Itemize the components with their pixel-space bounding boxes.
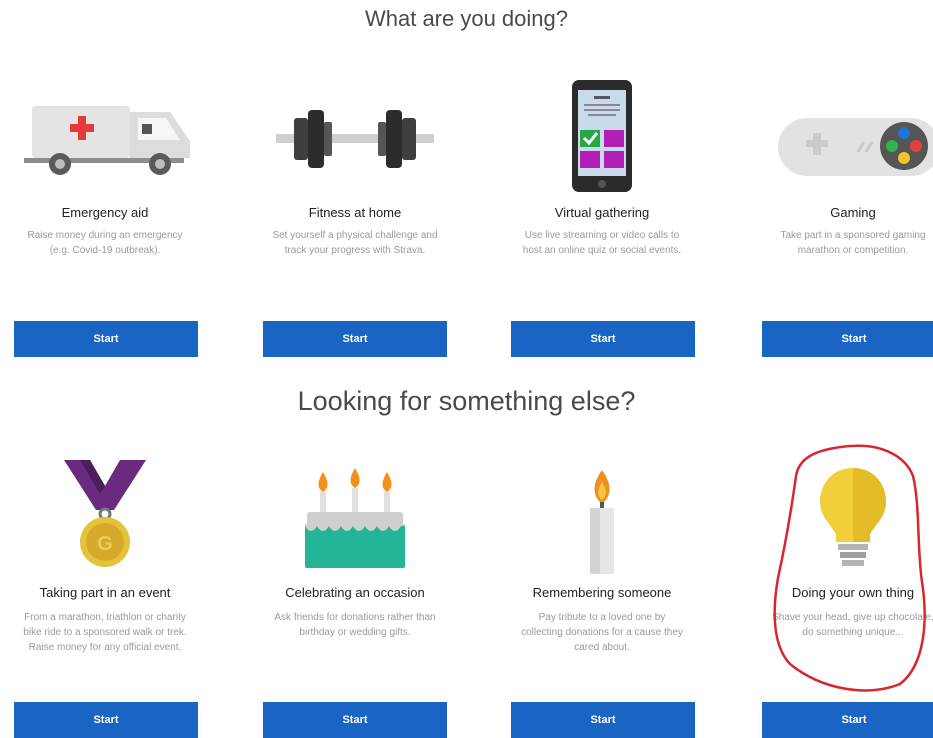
card-title: Gaming	[830, 205, 876, 220]
smartphone-icon	[502, 78, 702, 194]
card-title: Doing your own thing	[791, 585, 915, 600]
card-description: Raise money during an emergency (e.g. Co…	[27, 230, 183, 256]
card-title: Celebrating an occasion	[285, 585, 425, 600]
card-description: Pay tribute to a loved one by collecting…	[521, 612, 683, 653]
start-button-taking-part-in-an-event[interactable]: Start	[14, 702, 198, 738]
ambulance-icon	[5, 98, 205, 182]
lightbulb-icon	[753, 466, 933, 572]
start-button-doing-your-own-thing[interactable]: Start	[762, 702, 933, 738]
card-description: Take part in a sponsored gaming marathon…	[780, 230, 926, 256]
start-button-remembering-someone[interactable]: Start	[511, 702, 695, 738]
candle-icon	[502, 470, 702, 576]
card-title: Emergency aid	[61, 205, 149, 220]
card-description: Use live streaming or video calls to hos…	[522, 230, 682, 256]
start-button-virtual-gathering[interactable]: Start	[511, 321, 695, 357]
svg-text:G: G	[97, 533, 113, 555]
card-description: Set yourself a physical challenge and tr…	[272, 230, 438, 256]
card-description: Shave your head, give up chocolate, do s…	[772, 612, 933, 638]
card-description: From a marathon, triathlon or charity bi…	[23, 612, 187, 653]
card-title: Virtual gathering	[554, 205, 650, 220]
section-title-looking-for-something-else: Looking for something else?	[297, 386, 636, 416]
start-button-gaming[interactable]: Start	[762, 321, 933, 357]
start-button-celebrating-an-occasion[interactable]: Start	[263, 702, 447, 738]
gamepad-icon	[753, 114, 933, 178]
medal-icon: G	[5, 458, 205, 570]
card-title: Taking part in an event	[39, 585, 171, 600]
section-title-what-are-you-doing: What are you doing?	[364, 6, 569, 31]
start-button-fitness-at-home[interactable]: Start	[263, 321, 447, 357]
dumbbell-icon	[255, 104, 455, 174]
card-description: Ask friends for donations rather than bi…	[274, 612, 436, 638]
card-title: Remembering someone	[532, 585, 672, 600]
start-button-emergency-aid[interactable]: Start	[14, 321, 198, 357]
card-title: Fitness at home	[308, 205, 402, 220]
birthday-cake-icon	[255, 468, 455, 572]
